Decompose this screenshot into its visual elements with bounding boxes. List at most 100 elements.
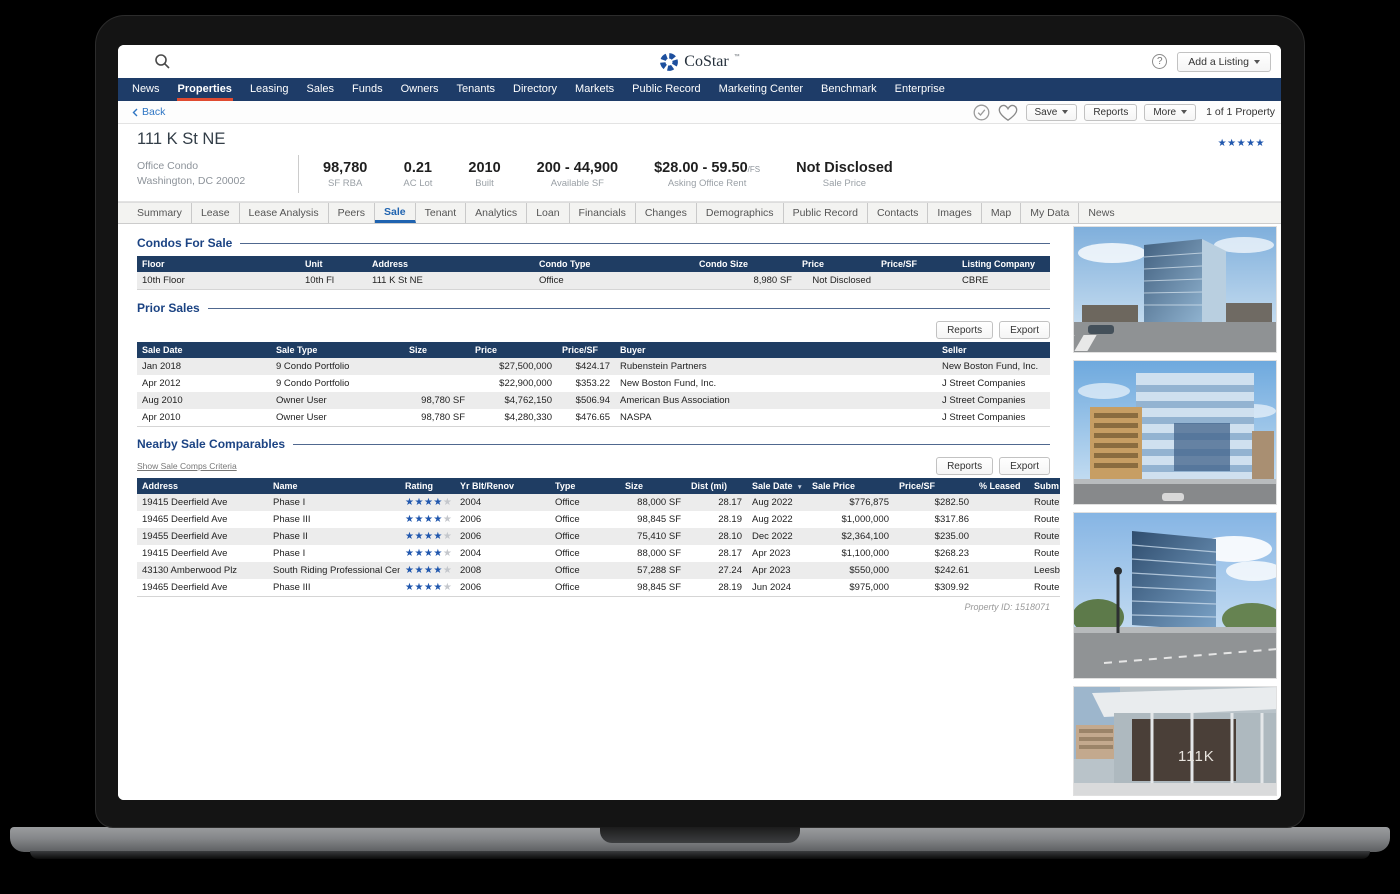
check-circle-icon[interactable] [973,104,990,121]
comps-col-type[interactable]: Type [550,478,620,494]
comps-cell-price-sf: $309.92 [894,579,974,597]
nav-item-owners[interactable]: Owners [392,78,448,101]
comps-row-5[interactable]: 43130 Amberwood Plz South Riding Professi… [137,562,1060,579]
prior-sales-row-2[interactable]: Apr 2012 9 Condo Portfolio $22,900,000 $353… [137,375,1050,392]
prior-sales-col-price-sf[interactable]: Price/SF [557,342,615,358]
stat-value: 0.21 [403,159,432,176]
page-title: 111 K St NE [137,130,226,148]
prior-sales-col-sale-type[interactable]: Sale Type [271,342,404,358]
comps-row-3[interactable]: 19455 Deerfield Ave Phase II ★★★★★ 2006 Offi… [137,528,1060,545]
comps-cell-dist-mi: 28.19 [686,511,747,528]
comps-col-dist-mi[interactable]: Dist (mi) [686,478,747,494]
back-link[interactable]: Back [132,106,165,118]
comps-cell-sale-price: $776,875 [807,494,894,511]
condos-cell-condo-type: Office [534,272,694,290]
tab-public-record[interactable]: Public Record [784,203,868,223]
comps-col-sale-price[interactable]: Sale Price [807,478,894,494]
nav-item-properties[interactable]: Properties [169,78,241,101]
add-a-listing-button[interactable]: Add a Listing [1177,51,1271,72]
tab-peers[interactable]: Peers [329,203,376,223]
nav-item-funds[interactable]: Funds [343,78,392,101]
comps-col-address[interactable]: Address [137,478,268,494]
divider [298,155,299,193]
comps-export-button[interactable]: Export [999,457,1050,475]
condos-col-condo-size[interactable]: Condo Size [694,256,797,272]
condos-col-listing-company[interactable]: Listing Company [957,256,1050,272]
heart-icon[interactable] [997,103,1019,122]
property-photo-4[interactable]: 111K [1073,686,1277,796]
tab-loan[interactable]: Loan [527,203,570,223]
save-button[interactable]: Save [1025,103,1078,121]
tab-tenant[interactable]: Tenant [416,203,467,223]
property-photo-2[interactable] [1073,360,1277,505]
condos-col-price-sf[interactable]: Price/SF [876,256,957,272]
comps-row-4[interactable]: 19415 Deerfield Ave Phase I ★★★★★ 2004 Offic… [137,545,1060,562]
condos-col-address[interactable]: Address [367,256,534,272]
prior-sales-row-1[interactable]: Jan 2018 9 Condo Portfolio $27,500,000 $424… [137,358,1050,375]
menu-icon[interactable] [130,56,145,68]
comps-row-6[interactable]: 19465 Deerfield Ave Phase III ★★★★★ 2006 Off… [137,579,1060,597]
prior-sales-col-size[interactable]: Size [404,342,470,358]
prior-sales-row-3[interactable]: Aug 2010 Owner User 98,780 SF $4,762,150 $50… [137,392,1050,409]
nav-item-marketing-center[interactable]: Marketing Center [710,78,812,101]
comps-col-subm[interactable]: Subm [1029,478,1060,494]
reports-button[interactable]: Reports [1084,103,1138,121]
prior-sales-col-seller[interactable]: Seller [937,342,1050,358]
tab-changes[interactable]: Changes [636,203,697,223]
prior-sales-reports-button[interactable]: Reports [936,321,994,339]
tab-sale[interactable]: Sale [375,203,416,223]
comps-cell-dist-mi: 28.17 [686,494,747,511]
comps-col-rating[interactable]: Rating [400,478,455,494]
help-icon[interactable]: ? [1152,54,1168,69]
tab-contacts[interactable]: Contacts [868,203,929,223]
nav-item-enterprise[interactable]: Enterprise [886,78,954,101]
prior-sales-row-4[interactable]: Apr 2010 Owner User 98,780 SF $4,280,330 $47… [137,409,1050,427]
prior-sales-col-price[interactable]: Price [470,342,557,358]
condos-row-1[interactable]: 10th Floor 10th Fl 111 K St NE Office 8,980 … [137,272,1050,290]
tab-lease-analysis[interactable]: Lease Analysis [240,203,329,223]
condos-col-unit[interactable]: Unit [300,256,367,272]
property-photo-3[interactable] [1073,512,1277,679]
prior-sales-col-sale-date[interactable]: Sale Date [137,342,271,358]
property-photo-1[interactable] [1073,226,1277,353]
nav-item-markets[interactable]: Markets [566,78,623,101]
nav-item-directory[interactable]: Directory [504,78,566,101]
comps-col-sale-date[interactable]: Sale Date ▼ [747,478,807,494]
show-sale-comps-criteria-link[interactable]: Show Sale Comps Criteria [137,461,237,471]
tab-demographics[interactable]: Demographics [697,203,784,223]
nav-item-public-record[interactable]: Public Record [623,78,709,101]
tab-financials[interactable]: Financials [570,203,636,223]
tab-map[interactable]: Map [982,203,1022,223]
stat-ac-lot: 0.21 AC Lot [403,160,432,189]
tab-news[interactable]: News [1079,203,1123,223]
comps-cell-sale-price: $975,000 [807,579,894,597]
comps-col-size[interactable]: Size [620,478,686,494]
nav-item-news[interactable]: News [123,78,169,101]
sale-comparables-table: Address Name Rating Yr Blt/Renov Type Size Dis… [137,478,1060,597]
comps-col-leased[interactable]: % Leased [974,478,1029,494]
condos-col-floor[interactable]: Floor [137,256,300,272]
tab-images[interactable]: Images [928,203,982,223]
comps-row-1[interactable]: 19415 Deerfield Ave Phase I ★★★★★ 2004 Offic… [137,494,1060,511]
condos-cell-condo-size: 8,980 SF [694,272,797,290]
more-button[interactable]: More [1144,103,1197,121]
tab-summary[interactable]: Summary [128,203,192,223]
nav-item-benchmark[interactable]: Benchmark [812,78,886,101]
search-icon[interactable] [154,53,171,70]
tab-my-data[interactable]: My Data [1021,203,1080,223]
prior-sales-export-button[interactable]: Export [999,321,1050,339]
condos-col-condo-type[interactable]: Condo Type [534,256,694,272]
comps-reports-button[interactable]: Reports [936,457,994,475]
nav-item-leasing[interactable]: Leasing [241,78,298,101]
nav-item-sales[interactable]: Sales [297,78,343,101]
condos-col-price[interactable]: Price [797,256,876,272]
nav-item-tenants[interactable]: Tenants [448,78,505,101]
tab-lease[interactable]: Lease [192,203,240,223]
comps-cell-rating: ★★★★★ [400,579,455,597]
comps-col-name[interactable]: Name [268,478,400,494]
comps-col-price-sf[interactable]: Price/SF [894,478,974,494]
prior-sales-col-buyer[interactable]: Buyer [615,342,937,358]
tab-analytics[interactable]: Analytics [466,203,528,223]
comps-row-2[interactable]: 19465 Deerfield Ave Phase III ★★★★★ 2006 Off… [137,511,1060,528]
comps-col-yr-blt-renov[interactable]: Yr Blt/Renov [455,478,550,494]
